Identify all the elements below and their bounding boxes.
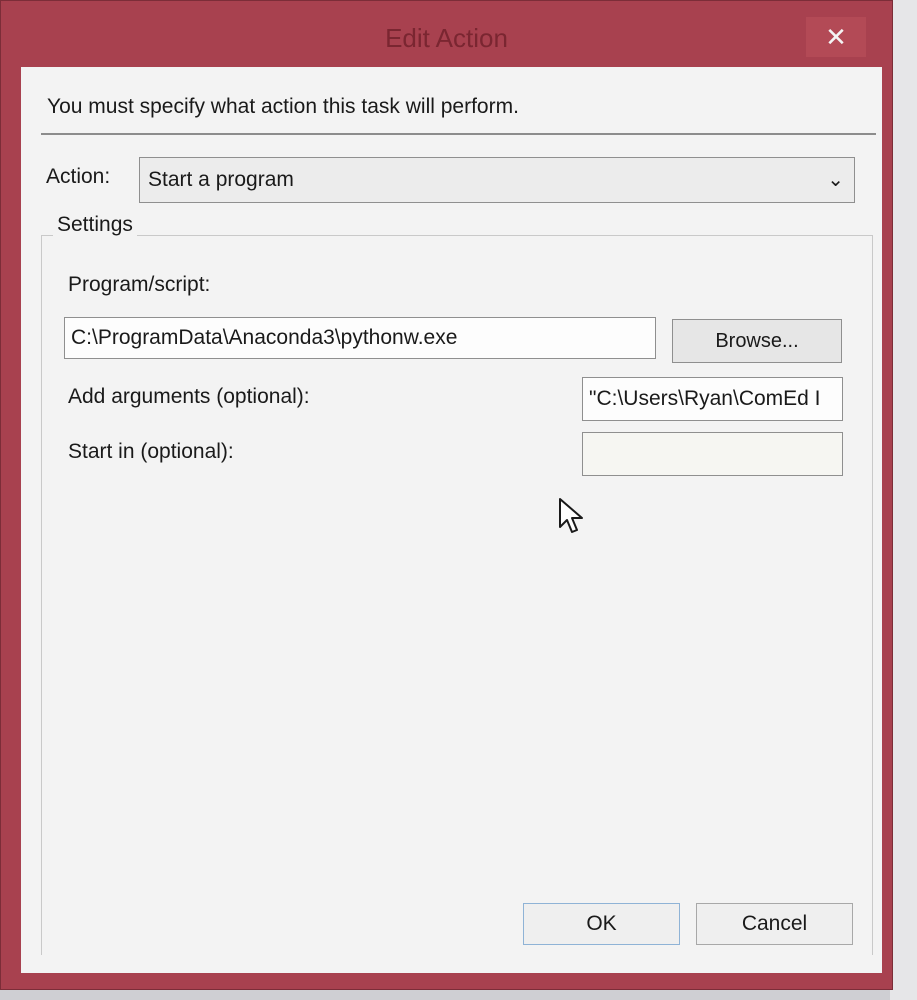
program-script-input[interactable] [64, 317, 656, 359]
mouse-pointer-icon [558, 497, 586, 542]
header-divider [41, 133, 876, 135]
browse-button[interactable]: Browse... [672, 319, 842, 363]
dialog-client-area: You must specify what action this task w… [21, 67, 882, 973]
background-desktop [890, 0, 917, 1000]
start-in-label: Start in (optional): [68, 440, 234, 463]
action-dropdown-value: Start a program [148, 168, 294, 191]
arguments-input[interactable] [582, 377, 843, 421]
start-in-input[interactable] [582, 432, 843, 476]
action-dropdown[interactable]: Start a program ⌄ [139, 157, 855, 203]
close-icon: ✕ [825, 22, 847, 52]
settings-legend: Settings [53, 213, 137, 237]
chevron-down-icon: ⌄ [827, 169, 844, 191]
ok-button[interactable]: OK [523, 903, 680, 945]
cancel-button[interactable]: Cancel [696, 903, 853, 945]
arguments-label: Add arguments (optional): [68, 385, 310, 408]
window-title: Edit Action [385, 23, 508, 53]
edit-action-dialog: Edit Action ✕ You must specify what acti… [0, 0, 893, 990]
close-button[interactable]: ✕ [806, 17, 866, 57]
instruction-text: You must specify what action this task w… [47, 95, 519, 118]
action-label: Action: [46, 165, 111, 188]
title-bar[interactable]: Edit Action ✕ [1, 1, 892, 67]
program-script-label: Program/script: [68, 273, 211, 296]
